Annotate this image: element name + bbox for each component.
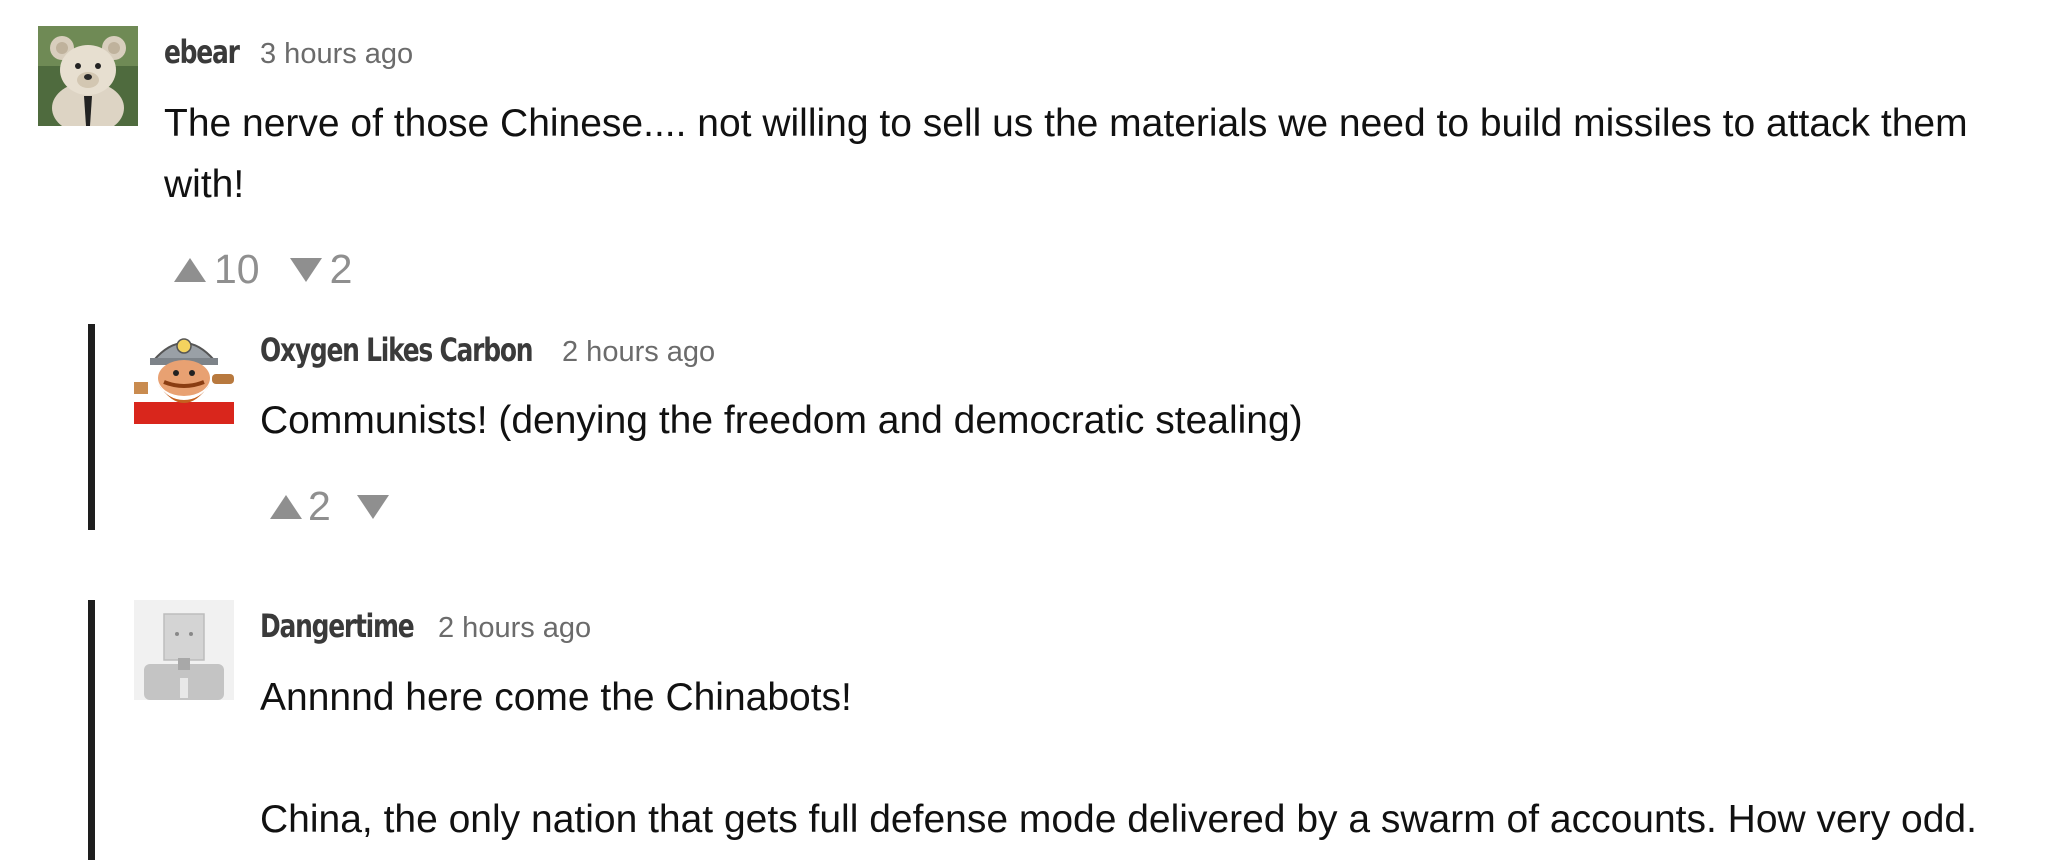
comment-thread: ebear 3 hours ago The nerve of those Chi… xyxy=(0,0,2072,860)
user-avatar[interactable] xyxy=(134,600,234,700)
reply-comment: Dangertime 2 hours ago Annnnd here come … xyxy=(0,0,2072,860)
author-name[interactable]: Dangertime xyxy=(260,607,415,645)
comment-meta: Dangertime 2 hours ago xyxy=(260,607,591,645)
comment-paragraph: Annnnd here come the Chinabots! xyxy=(260,676,852,719)
comment-timestamp[interactable]: 2 hours ago xyxy=(438,612,591,645)
comment-paragraph: China, the only nation that gets full de… xyxy=(260,798,1977,841)
comment-body: Annnnd here come the Chinabots! China, t… xyxy=(260,667,2060,850)
box-character-avatar-icon xyxy=(134,600,234,700)
